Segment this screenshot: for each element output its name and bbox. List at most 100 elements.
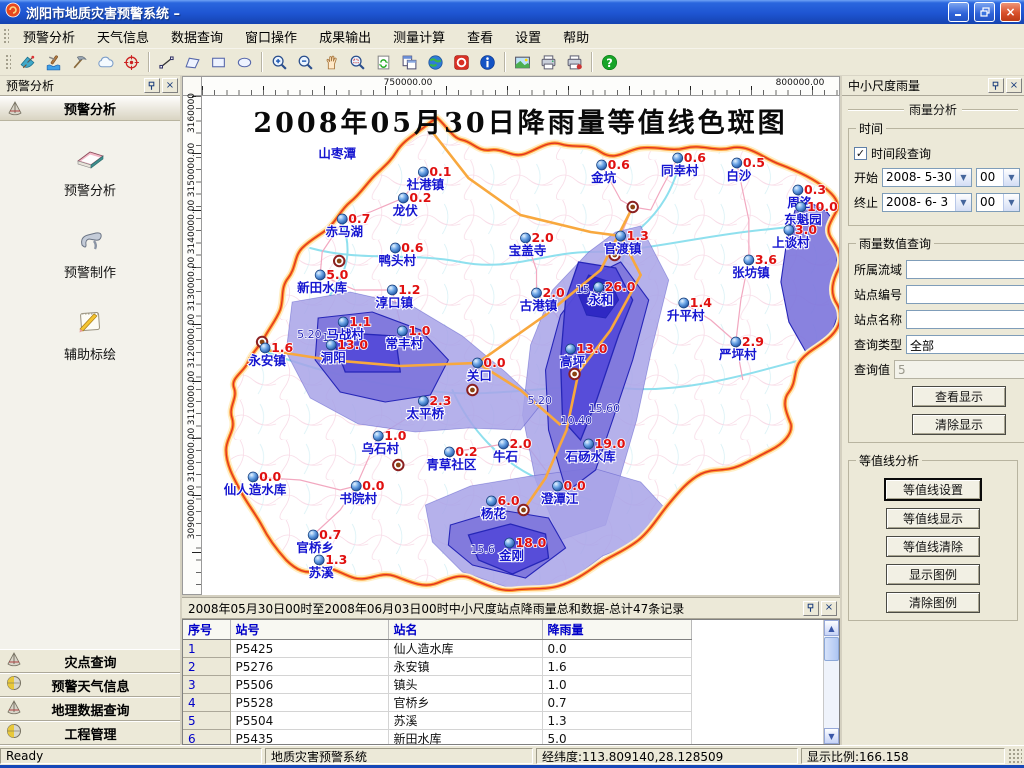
station-dot-icon[interactable] [532,288,542,298]
end-date-select[interactable]: 2008- 6- 3▼ [882,193,972,212]
help-icon[interactable]: ? [597,50,622,74]
zoom-out-icon[interactable] [293,50,318,74]
print-icon[interactable] [536,50,561,74]
table-row[interactable]: 3P5506镇头1.0 [183,676,691,694]
copy-view-icon[interactable] [397,50,422,74]
menu-item-测量计算[interactable]: 测量计算 [382,23,456,50]
water-survey-icon[interactable] [41,50,66,74]
left-panel-pin-button[interactable] [144,78,160,93]
station-dot-icon[interactable] [732,158,742,168]
right-panel-close-button[interactable]: × [1006,78,1022,93]
info-icon[interactable] [475,50,500,74]
satellite-dish-icon[interactable] [15,50,40,74]
station-dot-icon[interactable] [373,431,383,441]
column-header-站号[interactable]: 站号 [230,620,388,640]
station-dot-icon[interactable] [418,167,428,177]
station-dot-icon[interactable] [673,153,683,163]
station-dot-icon[interactable] [793,185,803,195]
column-header-降雨量[interactable]: 降雨量 [542,620,691,640]
scroll-up-icon[interactable]: ▲ [824,620,839,636]
show-query-button[interactable]: 查看显示 [912,386,1006,407]
rectangle-tool-icon[interactable] [206,50,231,74]
station-dot-icon[interactable] [504,538,514,548]
table-row[interactable]: 1P5425仙人造水库0.0 [183,640,691,658]
column-header-序号[interactable]: 序号 [183,620,230,640]
station-table[interactable]: 序号站号站名降雨量 1P5425仙人造水库0.02P5276永安镇1.63P55… [183,620,692,745]
station-dot-icon[interactable] [397,326,407,336]
column-header-站名[interactable]: 站名 [388,620,542,640]
menu-item-天气信息[interactable]: 天气信息 [86,23,160,50]
bottom-panel-pin-button[interactable] [803,601,819,616]
station-dot-icon[interactable] [744,255,754,265]
station-dot-icon[interactable] [597,160,607,170]
station-dot-icon[interactable] [731,337,741,347]
station-dot-icon[interactable] [784,225,794,235]
nav-item-辅助标绘[interactable]: 辅助标绘 [64,305,116,363]
resize-grip[interactable] [1008,748,1022,764]
zoom-select-icon[interactable] [345,50,370,74]
station-dot-icon[interactable] [337,214,347,224]
station-name-input[interactable] [906,310,1024,329]
globe-icon[interactable] [423,50,448,74]
station-dot-icon[interactable] [521,233,531,243]
contour-button-等值线显示[interactable]: 等值线显示 [886,508,980,529]
contour-button-清除图例[interactable]: 清除图例 [886,592,980,613]
station-dot-icon[interactable] [308,530,318,540]
chevron-down-icon[interactable]: ▼ [955,169,971,186]
image-icon[interactable] [510,50,535,74]
station-dot-icon[interactable] [616,231,626,241]
station-dot-icon[interactable] [498,439,508,449]
station-dot-icon[interactable] [418,396,428,406]
start-date-select[interactable]: 2008- 5-30▼ [882,168,972,187]
time-range-checkbox[interactable]: ✓ [854,147,867,160]
station-dot-icon[interactable] [260,343,270,353]
scroll-down-icon[interactable]: ▼ [824,728,839,744]
station-dot-icon[interactable] [351,481,361,491]
line-tool-icon[interactable] [154,50,179,74]
stack-item-预警天气信息[interactable]: 预警天气信息 [0,673,180,697]
menu-grip[interactable] [2,27,9,45]
polygon-tool-icon[interactable] [180,50,205,74]
table-row[interactable]: 6P5435新田水库5.0 [183,730,691,746]
table-header-row[interactable]: 序号站号站名降雨量 [183,620,691,640]
table-row[interactable]: 5P5504苏溪1.3 [183,712,691,730]
menu-item-查看[interactable]: 查看 [456,23,504,50]
station-dot-icon[interactable] [486,496,496,506]
contour-button-等值线清除[interactable]: 等值线清除 [886,536,980,557]
nav-item-预警制作[interactable]: 预警制作 [64,223,116,281]
station-dot-icon[interactable] [594,282,604,292]
station-dot-icon[interactable] [566,344,576,354]
chevron-down-icon[interactable]: ▼ [955,194,971,211]
stop-icon[interactable] [449,50,474,74]
menu-item-数据查询[interactable]: 数据查询 [160,23,234,50]
table-row[interactable]: 4P5528官桥乡0.7 [183,694,691,712]
station-dot-icon[interactable] [387,285,397,295]
clear-query-button[interactable]: 清除显示 [912,414,1006,435]
zoom-in-icon[interactable] [267,50,292,74]
station-dot-icon[interactable] [444,447,454,457]
rainfall-map[interactable]: 5.2010.4015.605.2015.6010.4015.6山枣潭0.1社港… [202,96,839,595]
station-dot-icon[interactable] [314,555,324,565]
left-group-header[interactable]: 预警分析 [0,96,180,121]
scroll-thumb[interactable] [824,637,839,661]
start-hour-select[interactable]: 00▼ [976,168,1020,187]
station-dot-icon[interactable] [390,243,400,253]
right-panel-pin-button[interactable] [988,78,1004,93]
left-panel-close-button[interactable]: × [162,78,178,93]
query-type-select[interactable]: 全部▼ [906,335,1024,354]
contour-button-显示图例[interactable]: 显示图例 [886,564,980,585]
stack-item-工程管理[interactable]: 工程管理 [0,721,180,745]
station-dot-icon[interactable] [315,270,325,280]
station-dot-icon[interactable] [398,193,408,203]
close-button[interactable]: × [1000,2,1021,22]
bottom-panel-close-button[interactable]: × [821,601,837,616]
toolbar-grip[interactable] [4,53,11,71]
restore-button[interactable] [974,2,995,22]
chevron-down-icon[interactable]: ▼ [1003,194,1019,211]
rain-station-山枣潭[interactable]: 山枣潭 [318,146,356,161]
stack-item-地理数据查询[interactable]: 地理数据查询 [0,697,180,721]
refresh-icon[interactable] [371,50,396,74]
basin-select[interactable]: ▼ [906,260,1024,279]
chevron-down-icon[interactable]: ▼ [1003,169,1019,186]
station-dot-icon[interactable] [338,317,348,327]
